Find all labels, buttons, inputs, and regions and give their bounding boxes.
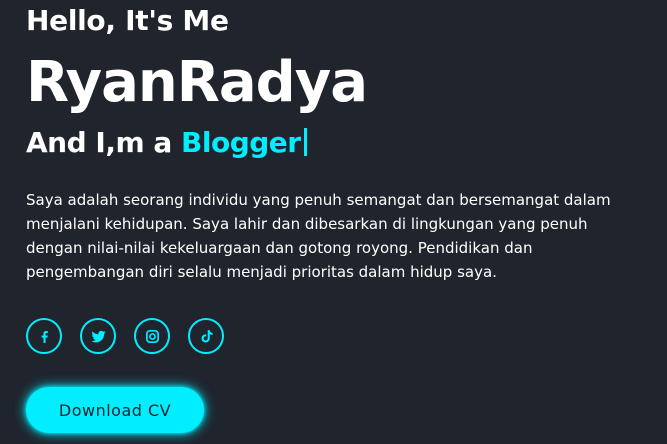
role-heading: And I,m a Blogger [26,126,307,159]
instagram-link[interactable] [134,318,170,354]
role-prefix: And I,m a [26,126,182,159]
name-heading: RyanRadya [26,50,368,115]
tiktok-link[interactable] [188,318,224,354]
twitter-link[interactable] [80,318,116,354]
role-word: Blogger [181,126,301,159]
social-links [26,318,224,354]
typing-cursor [303,128,307,156]
bio-paragraph: Saya adalah seorang individu yang penuh … [26,191,611,281]
facebook-link[interactable] [26,318,62,354]
instagram-icon [144,328,161,345]
tiktok-icon [198,328,215,345]
download-cv-button[interactable]: Download CV [26,387,204,433]
facebook-icon [36,328,53,345]
greeting-heading: Hello, It's Me [26,4,229,37]
twitter-icon [90,328,107,345]
